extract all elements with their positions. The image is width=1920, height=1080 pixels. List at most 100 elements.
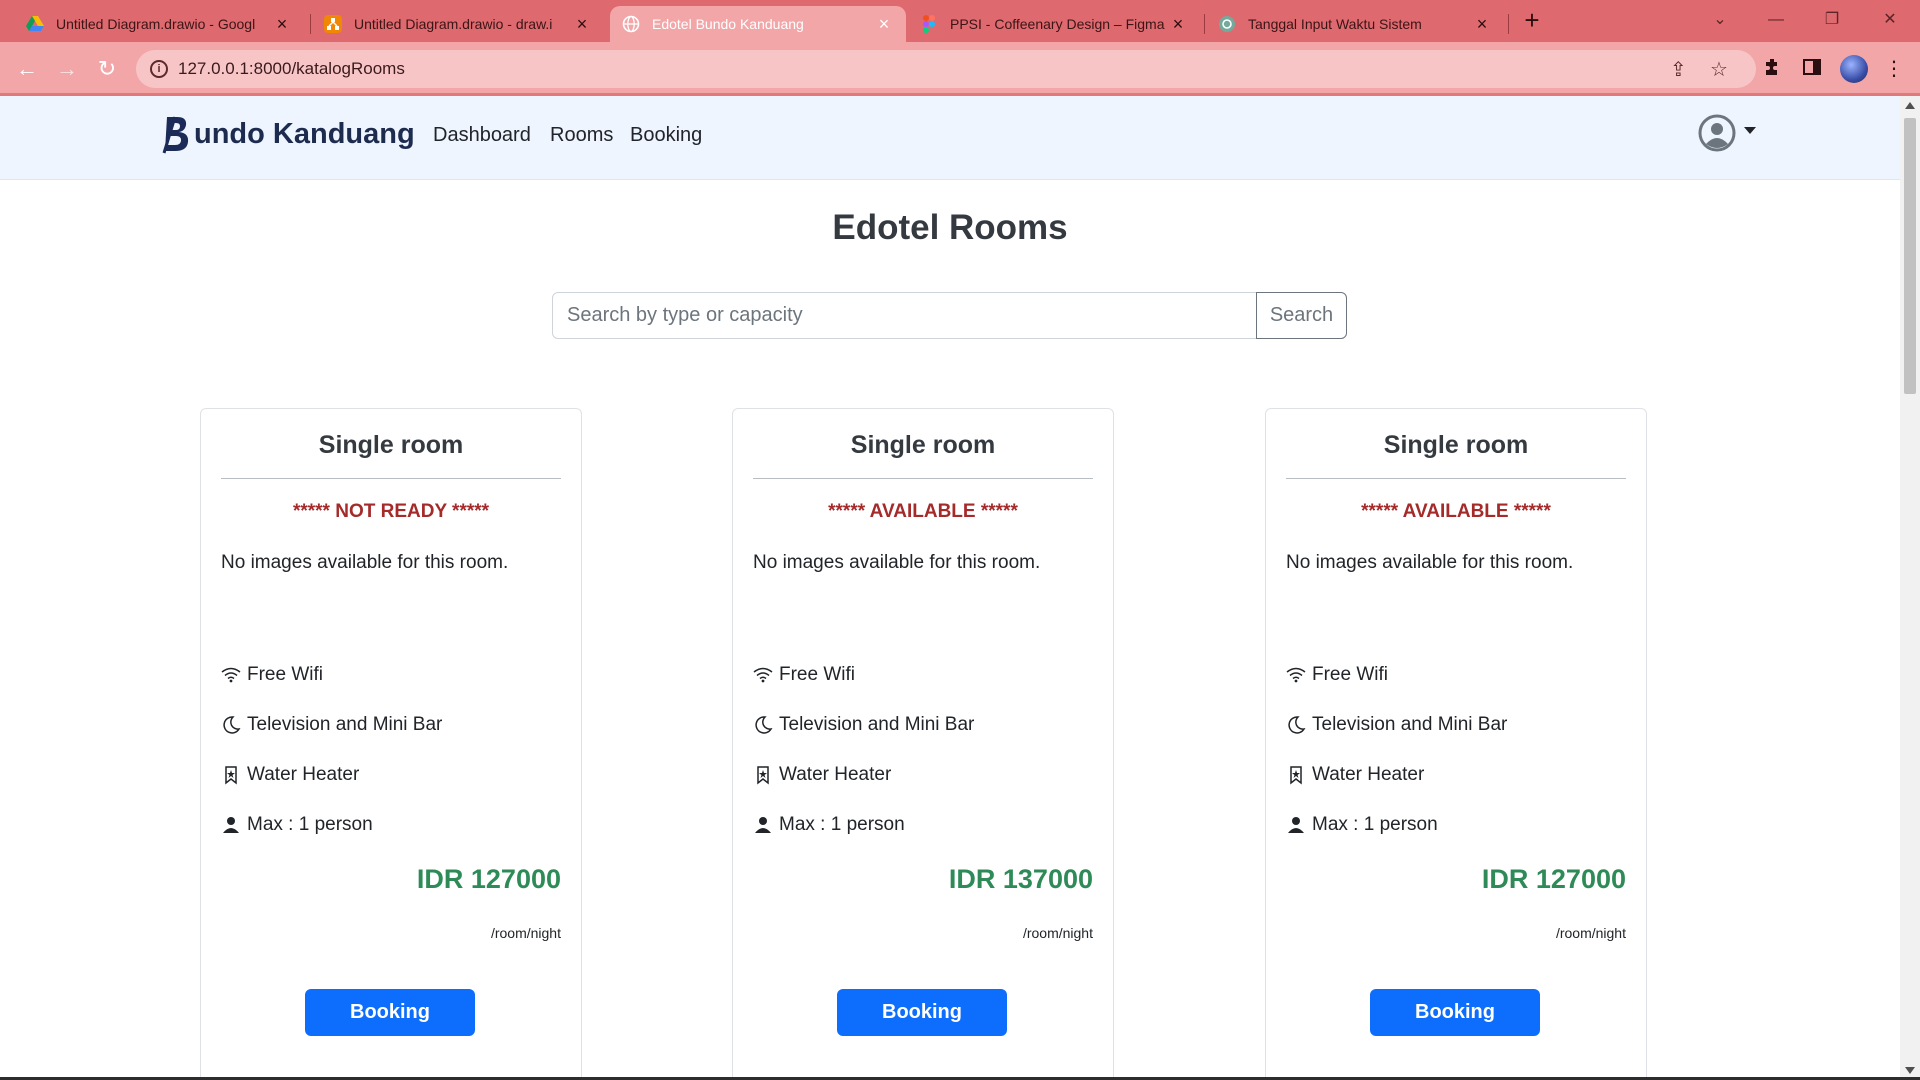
user-menu-toggle[interactable] — [1698, 114, 1756, 152]
close-icon[interactable]: × — [272, 14, 292, 35]
restore-icon[interactable]: ❐ — [1804, 0, 1860, 40]
booking-button[interactable]: Booking — [837, 989, 1007, 1036]
google-drive-icon — [26, 15, 44, 33]
browser-profile-avatar[interactable] — [1840, 55, 1868, 83]
room-price: IDR 127000 — [416, 864, 561, 894]
nav-booking[interactable]: Booking — [630, 124, 702, 147]
person-icon — [755, 817, 771, 833]
figma-icon — [920, 15, 938, 33]
feature-label: Television and Mini Bar — [1312, 714, 1508, 735]
bookmark-star-icon[interactable]: ☆ — [1710, 57, 1728, 82]
feature-water-heater: Water Heater — [1286, 764, 1424, 786]
feature-label: Free Wifi — [779, 664, 855, 685]
close-icon[interactable]: × — [874, 14, 894, 35]
room-status: ***** AVAILABLE ***** — [1361, 501, 1551, 522]
room-card: Single room ***** AVAILABLE ***** No ima… — [1265, 408, 1647, 1080]
page-title: Edotel Rooms — [832, 208, 1068, 247]
browser-tab[interactable]: PPSI - Coffeenary Design – Figma × — [908, 6, 1200, 42]
new-tab-button[interactable]: + — [1518, 6, 1546, 34]
no-images-text: No images available for this room. — [1286, 552, 1574, 573]
back-icon[interactable]: ← — [10, 52, 44, 86]
tab-title: Untitled Diagram.drawio - Googl — [56, 16, 256, 32]
room-name: Single room — [850, 431, 996, 459]
no-images-text: No images available for this room. — [221, 552, 509, 573]
wifi-icon — [753, 667, 773, 683]
divider — [221, 478, 561, 479]
feature-label: Max : 1 person — [779, 814, 905, 835]
browser-menu-icon[interactable]: ⋮ — [1882, 57, 1906, 81]
close-icon[interactable]: × — [1168, 14, 1188, 35]
feature-label: Free Wifi — [247, 664, 323, 685]
tab-title: Edotel Bundo Kanduang — [652, 16, 804, 32]
feature-label: Max : 1 person — [247, 814, 373, 835]
nav-rooms[interactable]: Rooms — [550, 124, 613, 147]
feature-water-heater: Water Heater — [221, 764, 359, 786]
nav-dashboard[interactable]: Dashboard — [433, 124, 531, 147]
room-card: Single room ***** NOT READY ***** No ima… — [200, 408, 582, 1080]
bookmark-icon — [1290, 766, 1302, 785]
divider — [1286, 478, 1626, 479]
room-name: Single room — [1383, 431, 1529, 459]
search-input[interactable] — [552, 292, 1257, 339]
scroll-down-icon[interactable] — [1905, 1067, 1915, 1074]
forward-icon[interactable]: → — [50, 52, 84, 86]
feature-tv: Television and Mini Bar — [221, 714, 442, 736]
room-price: IDR 127000 — [1481, 864, 1626, 894]
price-unit: /room/night — [490, 925, 561, 941]
bookmark-icon — [225, 766, 237, 785]
moon-icon — [1288, 716, 1306, 734]
feature-label: Television and Mini Bar — [779, 714, 975, 735]
browser-tab[interactable]: Untitled Diagram.drawio - draw.i × — [312, 6, 604, 42]
feature-label: Max : 1 person — [1312, 814, 1438, 835]
caret-down-icon — [1744, 126, 1756, 134]
person-icon — [1288, 817, 1304, 833]
page-scrollbar[interactable] — [1900, 96, 1920, 1080]
booking-button[interactable]: Booking — [305, 989, 475, 1036]
wifi-icon — [1286, 667, 1306, 683]
feature-label: Water Heater — [779, 764, 892, 785]
extensions-icon[interactable] — [1760, 57, 1784, 81]
feature-capacity: Max : 1 person — [1286, 814, 1438, 836]
room-name: Single room — [318, 431, 464, 459]
brand-logo[interactable]: undo Kanduang — [162, 114, 415, 154]
feature-label: Free Wifi — [1312, 664, 1388, 685]
feature-wifi: Free Wifi — [1286, 664, 1388, 686]
side-panel-icon[interactable] — [1800, 57, 1824, 81]
minimize-icon[interactable]: — — [1748, 0, 1804, 40]
close-icon[interactable]: × — [1472, 14, 1492, 35]
feature-capacity: Max : 1 person — [753, 814, 905, 836]
brand-b-icon — [162, 116, 189, 154]
feature-tv: Television and Mini Bar — [753, 714, 974, 736]
share-icon[interactable]: ⇪ — [1670, 57, 1687, 82]
user-circle-icon — [1698, 114, 1736, 152]
price-unit: /room/night — [1022, 925, 1093, 941]
person-icon — [223, 817, 239, 833]
tab-title: PPSI - Coffeenary Design – Figma — [950, 16, 1165, 32]
scrollbar-thumb[interactable] — [1904, 118, 1916, 394]
browser-tab-strip: Untitled Diagram.drawio - Googl × Untitl… — [0, 0, 1920, 42]
address-bar[interactable]: i 127.0.0.1:8000/katalogRooms ⇪ ☆ — [136, 50, 1756, 88]
feature-wifi: Free Wifi — [753, 664, 855, 686]
chatgpt-icon — [1218, 15, 1236, 33]
tab-search-icon[interactable]: ⌄ — [1692, 0, 1748, 40]
search-button[interactable]: Search — [1256, 292, 1347, 339]
brand-name: undo Kanduang — [194, 117, 415, 150]
feature-capacity: Max : 1 person — [221, 814, 373, 836]
feature-water-heater: Water Heater — [753, 764, 891, 786]
window-close-icon[interactable]: ✕ — [1862, 0, 1918, 40]
room-status: ***** AVAILABLE ***** — [828, 501, 1018, 522]
browser-tab[interactable]: Untitled Diagram.drawio - Googl × — [14, 6, 304, 42]
booking-button[interactable]: Booking — [1370, 989, 1540, 1036]
browser-tab[interactable]: Tanggal Input Waktu Sistem × — [1206, 6, 1504, 42]
reload-icon[interactable]: ↻ — [90, 52, 124, 86]
room-price: IDR 137000 — [948, 864, 1093, 894]
close-icon[interactable]: × — [572, 14, 592, 35]
browser-tab-active[interactable]: Edotel Bundo Kanduang × — [610, 6, 906, 42]
globe-icon — [622, 15, 640, 33]
tab-title: Untitled Diagram.drawio - draw.i — [354, 16, 553, 32]
tab-divider — [1508, 14, 1509, 34]
site-info-icon[interactable]: i — [150, 60, 168, 78]
divider — [753, 478, 1093, 479]
scroll-up-icon[interactable] — [1905, 102, 1915, 109]
moon-icon — [755, 716, 773, 734]
